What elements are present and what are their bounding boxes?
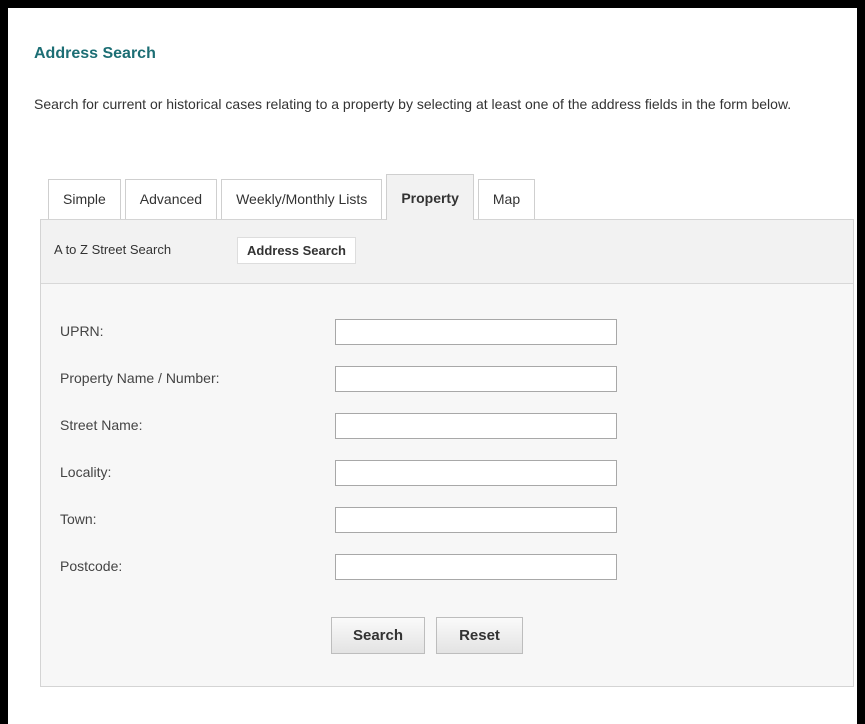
sub-navigation: A to Z Street Search Address Search bbox=[41, 220, 853, 284]
search-button[interactable]: Search bbox=[331, 617, 425, 654]
street-name-row: Street Name: bbox=[41, 411, 853, 441]
postcode-label: Postcode: bbox=[60, 558, 123, 574]
intro-text: Search for current or historical cases r… bbox=[34, 96, 792, 112]
property-name-number-input[interactable] bbox=[335, 366, 617, 392]
postcode-input[interactable] bbox=[335, 554, 617, 580]
subnav-address-search[interactable]: Address Search bbox=[237, 237, 356, 264]
reset-button[interactable]: Reset bbox=[436, 617, 523, 654]
property-name-number-label: Property Name / Number: bbox=[60, 370, 220, 386]
locality-row: Locality: bbox=[41, 458, 853, 488]
town-input[interactable] bbox=[335, 507, 617, 533]
page-title: Address Search bbox=[34, 45, 156, 62]
uprn-row: UPRN: bbox=[41, 317, 853, 347]
tab-property[interactable]: Property bbox=[386, 174, 474, 220]
locality-label: Locality: bbox=[60, 464, 112, 480]
main-tabs: Simple Advanced Weekly/Monthly Lists Pro… bbox=[48, 174, 539, 220]
tab-map[interactable]: Map bbox=[477, 179, 536, 220]
page-frame: Address Search Search for current or his… bbox=[8, 8, 857, 724]
uprn-input[interactable] bbox=[335, 319, 617, 345]
town-label: Town: bbox=[60, 511, 97, 527]
uprn-label: UPRN: bbox=[60, 323, 104, 339]
town-row: Town: bbox=[41, 505, 853, 535]
subnav-a-to-z-street-search[interactable]: A to Z Street Search bbox=[54, 237, 171, 264]
locality-input[interactable] bbox=[335, 460, 617, 486]
street-name-label: Street Name: bbox=[60, 417, 143, 433]
tab-simple[interactable]: Simple bbox=[48, 179, 121, 220]
search-panel: A to Z Street Search Address Search UPRN… bbox=[40, 219, 854, 687]
postcode-row: Postcode: bbox=[41, 552, 853, 582]
tab-advanced[interactable]: Advanced bbox=[124, 179, 218, 220]
address-form: UPRN: Property Name / Number: Street Nam… bbox=[41, 284, 853, 686]
tab-weekly-monthly-lists[interactable]: Weekly/Monthly Lists bbox=[221, 179, 383, 220]
property-name-number-row: Property Name / Number: bbox=[41, 364, 853, 394]
street-name-input[interactable] bbox=[335, 413, 617, 439]
